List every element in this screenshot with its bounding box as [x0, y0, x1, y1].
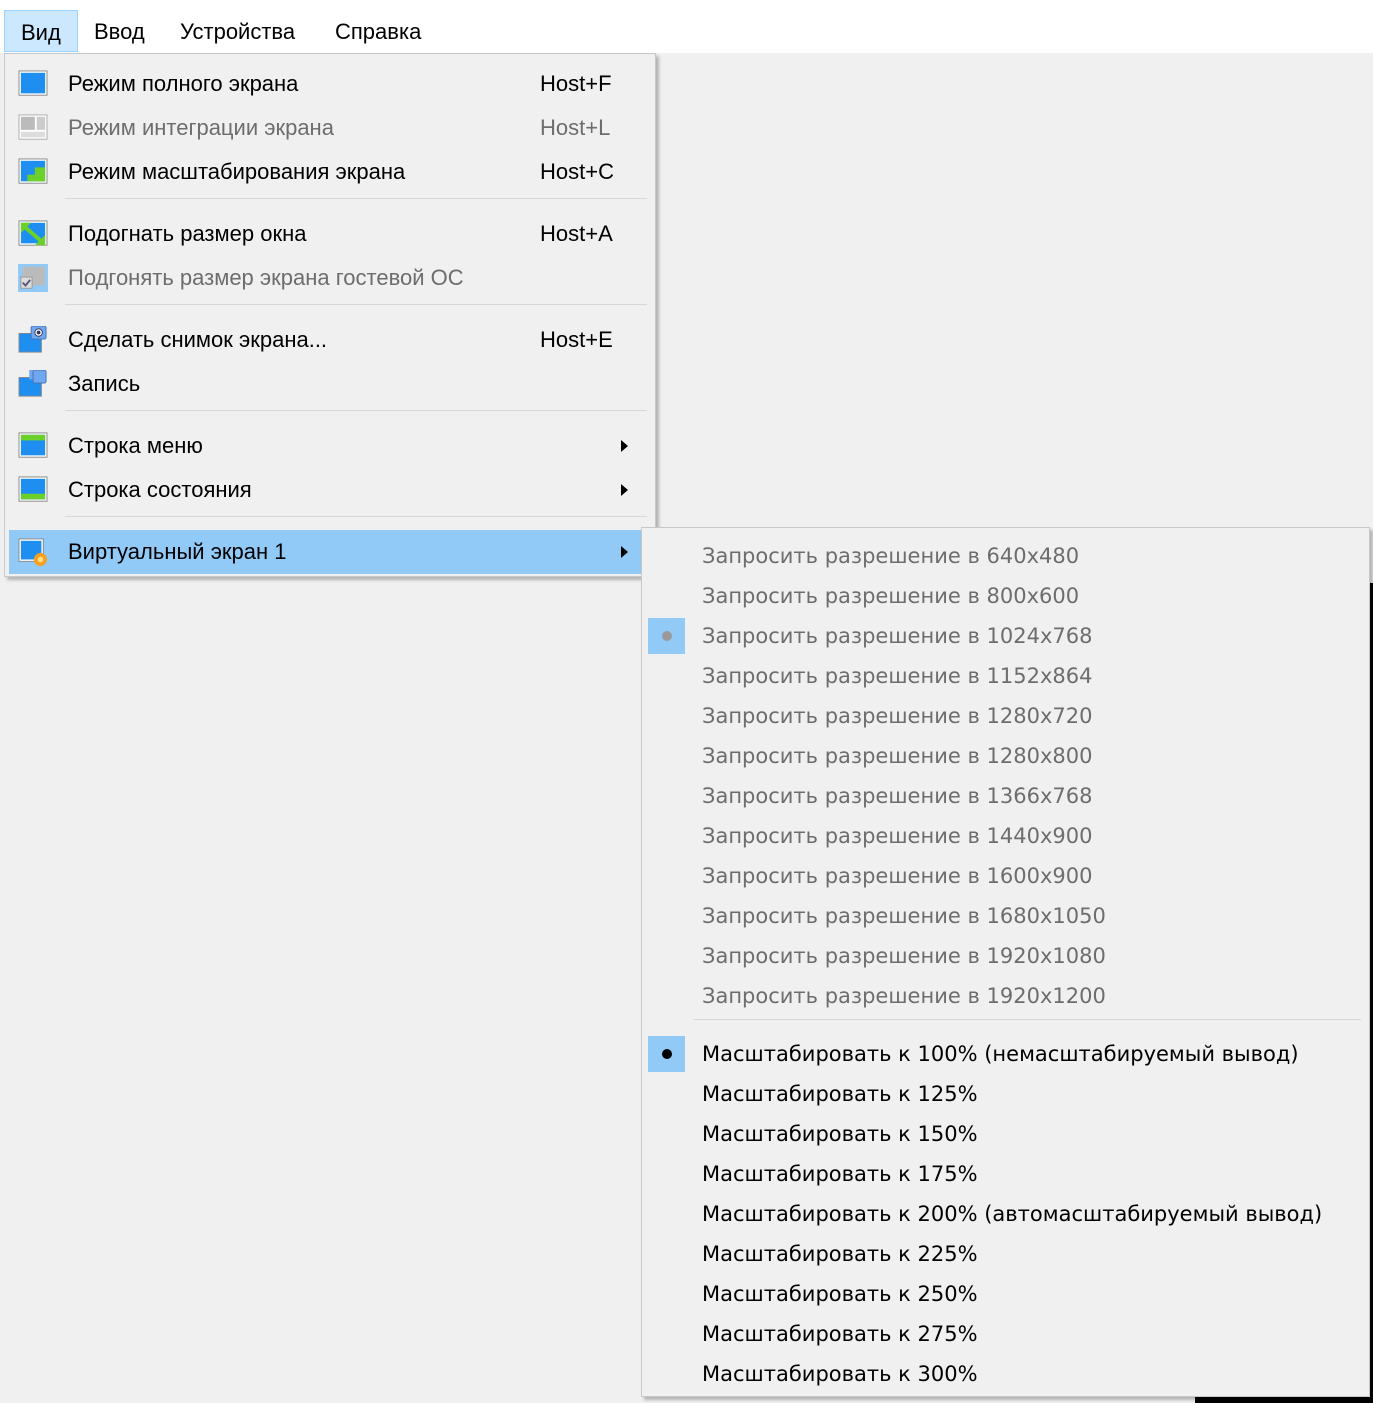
- menu-item-label: Виртуальный экран 1: [68, 539, 287, 564]
- resolution-item[interactable]: Запросить разрешение в 1366x768: [646, 776, 1365, 816]
- guest-autoresize-icon: [18, 264, 48, 292]
- menu-item-shortcut: Host+L: [540, 115, 611, 140]
- resolution-label: Запросить разрешение в 1152x864: [702, 664, 1093, 688]
- menu-view[interactable]: Вид: [4, 10, 78, 52]
- scale-label: Масштабировать к 250%: [702, 1282, 978, 1306]
- scale-item[interactable]: Масштабировать к 250%: [646, 1274, 1365, 1314]
- menu-item-label: Режим интеграции экрана: [68, 115, 334, 140]
- menu-item-shortcut: Host+C: [540, 159, 614, 184]
- menu-bar-icon: [18, 432, 48, 458]
- scale-label: Масштабировать к 225%: [702, 1242, 978, 1266]
- menu-item-shortcut: Host+A: [540, 221, 613, 246]
- menu-item-virtual-screen[interactable]: Виртуальный экран 1: [9, 530, 651, 574]
- resolution-label: Запросить разрешение в 1920x1080: [702, 944, 1106, 968]
- menu-item-recording[interactable]: Запись: [9, 362, 651, 406]
- resolution-item[interactable]: Запросить разрешение в 1920x1200: [646, 976, 1365, 1016]
- resolution-item[interactable]: Запросить разрешение в 640x480: [646, 536, 1365, 576]
- menu-separator: [65, 304, 647, 305]
- scale-label: Масштабировать к 125%: [702, 1082, 978, 1106]
- view-menu: Режим полного экрана Host+F Режим интегр…: [4, 53, 656, 577]
- adjust-window-icon: [18, 220, 48, 246]
- menu-item-label: Строка меню: [68, 433, 203, 458]
- scale-item[interactable]: Масштабировать к 300%: [646, 1354, 1365, 1394]
- scale-item[interactable]: Масштабировать к 200% (автомасштабируемы…: [646, 1194, 1365, 1234]
- seamless-icon: [18, 114, 48, 140]
- resolution-item[interactable]: Запросить разрешение в 1680x1050: [646, 896, 1365, 936]
- resolution-label: Запросить разрешение в 1280x800: [702, 744, 1093, 768]
- scale-item[interactable]: Масштабировать к 275%: [646, 1314, 1365, 1354]
- menu-item-label: Подогнать размер окна: [68, 221, 307, 246]
- resolution-label: Запросить разрешение в 800x600: [702, 584, 1080, 608]
- resolution-label: Запросить разрешение в 1440x900: [702, 824, 1093, 848]
- menu-separator: [694, 1019, 1361, 1020]
- menu-item-shortcut: Host+F: [540, 71, 612, 96]
- resolution-label: Запросить разрешение в 1600x900: [702, 864, 1093, 888]
- scale-label: Масштабировать к 300%: [702, 1362, 978, 1386]
- scale-label: Масштабировать к 200% (автомасштабируемы…: [702, 1202, 1323, 1226]
- scale-item[interactable]: Масштабировать к 150%: [646, 1114, 1365, 1154]
- screenshot-icon: [18, 326, 47, 353]
- menu-separator: [65, 516, 647, 517]
- resolution-item[interactable]: Запросить разрешение в 1600x900: [646, 856, 1365, 896]
- menu-item-shortcut: Host+E: [540, 327, 613, 352]
- virtual-screen-icon: [18, 538, 47, 566]
- background-window-edge-bottom: [1195, 1397, 1373, 1403]
- menu-bar: Вид Ввод Устройства Справка: [0, 0, 1373, 53]
- recording-icon: [18, 370, 47, 397]
- menu-item-adjust-window[interactable]: Подогнать размер окна Host+A: [9, 212, 651, 256]
- scale-label: Масштабировать к 175%: [702, 1162, 978, 1186]
- menu-separator: [65, 410, 647, 411]
- menu-item-label: Режим масштабирования экрана: [68, 159, 406, 184]
- resolution-item[interactable]: Запросить разрешение в 1152x864: [646, 656, 1365, 696]
- menu-item-label: Сделать снимок экрана...: [68, 327, 328, 352]
- scale-label: Масштабировать к 150%: [702, 1122, 978, 1146]
- menu-item-status-bar[interactable]: Строка состояния: [9, 468, 651, 512]
- radio-selected-icon: [648, 1036, 685, 1072]
- fullscreen-icon: [18, 70, 48, 96]
- resolution-item[interactable]: Запросить разрешение в 1280x800: [646, 736, 1365, 776]
- submenu-arrow-icon: [621, 484, 628, 496]
- scale-item[interactable]: Масштабировать к 175%: [646, 1154, 1365, 1194]
- resolution-item[interactable]: Запросить разрешение в 1024x768: [646, 616, 1365, 656]
- menu-item-scale-mode[interactable]: Режим масштабирования экрана Host+C: [9, 150, 651, 194]
- resolution-label: Запросить разрешение в 640x480: [702, 544, 1080, 568]
- radio-selected-icon: [648, 618, 685, 654]
- menu-item-label: Режим полного экрана: [68, 71, 299, 96]
- resolution-label: Запросить разрешение в 1366x768: [702, 784, 1093, 808]
- scale-mode-icon: [18, 158, 48, 184]
- menu-item-menu-bar[interactable]: Строка меню: [9, 424, 651, 468]
- menu-input[interactable]: Ввод: [78, 10, 161, 52]
- resolution-item[interactable]: Запросить разрешение в 1280x720: [646, 696, 1365, 736]
- scale-item[interactable]: Масштабировать к 100% (немасштабируемый …: [646, 1034, 1365, 1074]
- resolution-label: Запросить разрешение в 1920x1200: [702, 984, 1106, 1008]
- menu-item-seamless[interactable]: Режим интеграции экрана Host+L: [9, 106, 651, 150]
- scale-item[interactable]: Масштабировать к 125%: [646, 1074, 1365, 1114]
- menu-item-screenshot[interactable]: Сделать снимок экрана... Host+E: [9, 318, 651, 362]
- scale-item[interactable]: Масштабировать к 225%: [646, 1234, 1365, 1274]
- menu-item-label: Подгонять размер экрана гостевой ОС: [68, 265, 464, 290]
- menu-separator: [65, 198, 647, 199]
- menu-devices[interactable]: Устройства: [164, 10, 311, 52]
- submenu-arrow-icon: [621, 546, 628, 558]
- resolution-item[interactable]: Запросить разрешение в 1440x900: [646, 816, 1365, 856]
- menu-help[interactable]: Справка: [319, 10, 437, 52]
- status-bar-icon: [18, 476, 48, 502]
- menu-item-label: Строка состояния: [68, 477, 252, 502]
- menu-item-fullscreen[interactable]: Режим полного экрана Host+F: [9, 62, 651, 106]
- scale-label: Масштабировать к 275%: [702, 1322, 978, 1346]
- menu-item-guest-autoresize[interactable]: Подгонять размер экрана гостевой ОС: [9, 256, 651, 300]
- resolution-label: Запросить разрешение в 1280x720: [702, 704, 1093, 728]
- resolution-item[interactable]: Запросить разрешение в 1920x1080: [646, 936, 1365, 976]
- menu-item-label: Запись: [68, 371, 141, 396]
- scale-label: Масштабировать к 100% (немасштабируемый …: [702, 1042, 1299, 1066]
- resolution-label: Запросить разрешение в 1680x1050: [702, 904, 1106, 928]
- resolution-label: Запросить разрешение в 1024x768: [702, 624, 1093, 648]
- submenu-arrow-icon: [621, 440, 628, 452]
- virtual-screen-submenu: Запросить разрешение в 640x480 Запросить…: [641, 527, 1370, 1397]
- resolution-item[interactable]: Запросить разрешение в 800x600: [646, 576, 1365, 616]
